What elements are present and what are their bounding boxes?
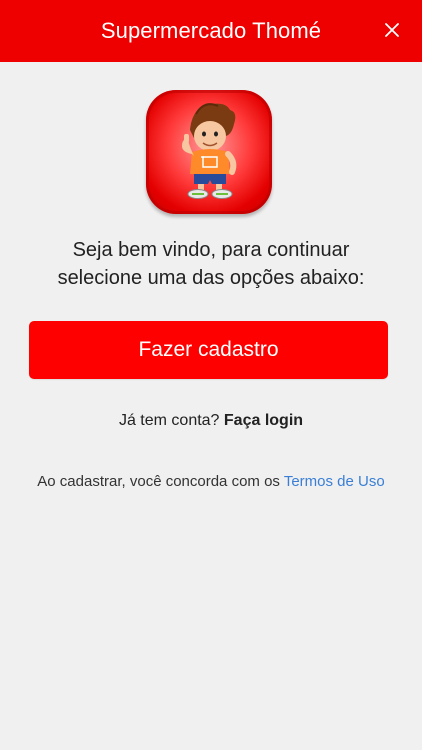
login-prompt-text: Já tem conta? <box>118 412 220 429</box>
signup-button[interactable]: Fazer cadastro <box>29 321 388 379</box>
login-link[interactable]: Faça login <box>224 412 303 429</box>
welcome-line-2: selecione uma das opções abaixo: <box>57 267 365 289</box>
app-logo <box>146 90 272 214</box>
page-title: Supermercado Thomé <box>100 18 322 43</box>
app-header: Supermercado Thomé <box>0 0 422 62</box>
login-prompt-line: Já tem conta? Faça login <box>0 412 422 430</box>
mascot-logo-icon <box>182 103 237 199</box>
terms-link[interactable]: Termos de Uso <box>284 473 385 490</box>
close-icon <box>385 23 399 37</box>
welcome-message: Seja bem vindo, para continuar selecione… <box>0 236 422 292</box>
terms-notice: Ao cadastrar, você concorda com os Termo… <box>30 468 392 496</box>
welcome-line-1: Seja bem vindo, para continuar <box>72 239 350 261</box>
terms-prefix: Ao cadastrar, você concorda com os <box>37 473 280 490</box>
close-button[interactable] <box>382 20 402 40</box>
